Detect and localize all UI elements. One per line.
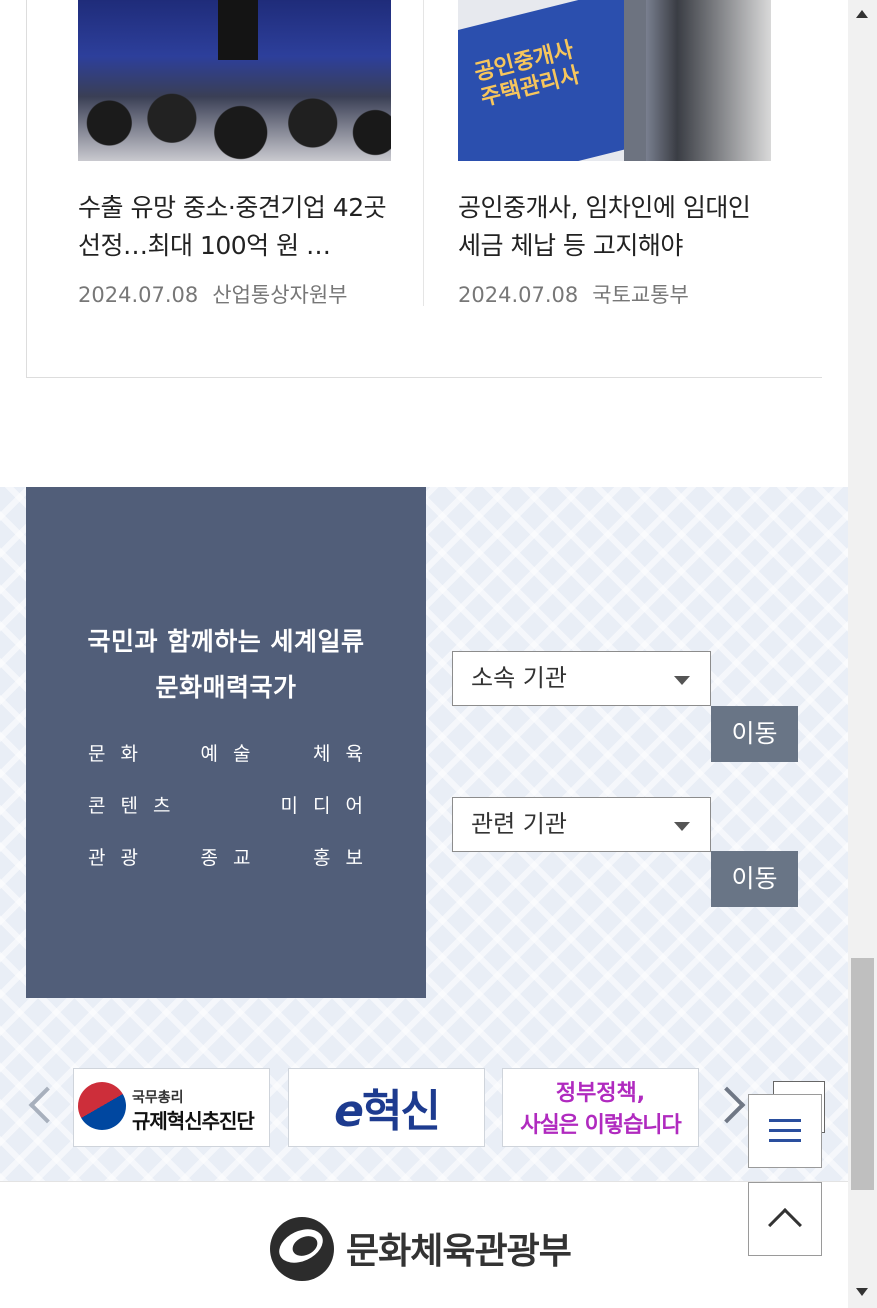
banner-big-text: 규제혁신추진단 xyxy=(132,1109,255,1133)
banner-e-logo: e xyxy=(334,1086,364,1137)
affiliated-agency-select[interactable]: 소속 기관 xyxy=(452,651,711,706)
news-date: 2024.07.08 xyxy=(458,283,579,307)
news-date: 2024.07.08 xyxy=(78,283,199,307)
select-value: 소속 기관 xyxy=(471,664,567,692)
footer: 문화체육관광부 xyxy=(0,1181,848,1308)
banner-e-innovation[interactable]: e혁신 xyxy=(288,1068,485,1147)
chevron-right-icon xyxy=(708,1086,746,1124)
hamburger-icon xyxy=(769,1119,801,1122)
banner-regulation-reform[interactable]: 국무총리 규제혁신추진단 xyxy=(73,1068,270,1147)
chevron-left-icon xyxy=(28,1086,66,1124)
affiliated-go-button[interactable]: 이동 xyxy=(711,706,798,762)
sign-pole xyxy=(624,0,646,161)
chevron-up-icon xyxy=(768,1208,802,1242)
podium-figure xyxy=(218,0,258,60)
banner-small-text: 국무총리 xyxy=(132,1090,184,1106)
ministry-name[interactable]: 문화체육관광부 xyxy=(346,1222,572,1274)
audience-figure xyxy=(78,66,391,161)
banner-word: 혁신 xyxy=(361,1086,441,1137)
agency-section: 국민과 함께하는 세계일류 문화매력국가 문화 예술 체육 콘텐츠 미디어 관광… xyxy=(0,487,848,1181)
related-agency-select[interactable]: 관련 기관 xyxy=(452,797,711,852)
field-label: 콘텐츠 xyxy=(88,795,186,817)
field-label: 문화 xyxy=(88,743,153,765)
scroll-up-arrow-icon[interactable] xyxy=(856,10,868,18)
field-row: 관광 종교 홍보 xyxy=(88,843,378,870)
field-row: 콘텐츠 미디어 xyxy=(88,791,378,818)
news-meta: 2024.07.08 산업통상자원부 xyxy=(78,279,391,309)
field-label: 예술 xyxy=(200,743,266,765)
news-ministry: 국토교통부 xyxy=(592,283,689,307)
field-row: 문화 예술 체육 xyxy=(88,739,378,766)
banner-text-line: 정부정책, xyxy=(555,1081,646,1106)
slogan-line: 국민과 함께하는 세계일류 xyxy=(87,627,365,656)
field-label: 종교 xyxy=(200,847,266,869)
news-title[interactable]: 수출 유망 중소·중견기업 42곳 선정…최대 100억 원 … xyxy=(78,189,391,265)
news-thumbnail[interactable] xyxy=(78,0,391,161)
slogan-panel: 국민과 함께하는 세계일류 문화매력국가 문화 예술 체육 콘텐츠 미디어 관광… xyxy=(26,487,426,998)
related-go-button[interactable]: 이동 xyxy=(711,851,798,907)
news-meta: 2024.07.08 국토교통부 xyxy=(458,279,771,309)
banner-next-button[interactable] xyxy=(708,1083,748,1131)
banner-text-line: 사실은 이렇습니다 xyxy=(520,1113,682,1138)
news-ministry: 산업통상자원부 xyxy=(212,283,348,307)
select-value: 관련 기관 xyxy=(471,810,567,838)
news-card[interactable]: 공인중개사 주택관리사 공인중개사, 임차인에 임대인 세금 체납 등 고지해야… xyxy=(458,0,771,309)
menu-button[interactable] xyxy=(748,1094,822,1168)
news-thumbnail[interactable]: 공인중개사 주택관리사 xyxy=(458,0,771,161)
field-label: 미디어 xyxy=(280,795,378,817)
scroll-top-button[interactable] xyxy=(748,1182,822,1256)
news-title[interactable]: 공인중개사, 임차인에 임대인 세금 체납 등 고지해야 xyxy=(458,189,771,265)
slogan-title: 국민과 함께하는 세계일류 문화매력국가 xyxy=(26,619,426,711)
scrollbar-thumb[interactable] xyxy=(851,958,874,1190)
field-label: 홍보 xyxy=(313,847,378,869)
scrollbar[interactable] xyxy=(848,0,877,1308)
ministry-logo-icon xyxy=(270,1217,334,1281)
caret-down-icon xyxy=(674,822,690,831)
banner-policy-facts[interactable]: 정부정책, 사실은 이렇습니다 xyxy=(502,1068,699,1147)
news-card[interactable]: 수출 유망 중소·중견기업 42곳 선정…최대 100억 원 … 2024.07… xyxy=(78,0,391,309)
banner-text: e혁신 xyxy=(289,1075,484,1139)
scroll-down-arrow-icon[interactable] xyxy=(856,1288,868,1296)
card-divider xyxy=(423,0,424,306)
field-label: 관광 xyxy=(88,847,153,869)
taegeuk-logo-icon xyxy=(74,1073,135,1139)
slogan-line: 문화매력국가 xyxy=(155,673,297,702)
banner-prev-button[interactable] xyxy=(24,1083,66,1131)
caret-down-icon xyxy=(674,676,690,685)
field-label: 체육 xyxy=(313,743,378,765)
